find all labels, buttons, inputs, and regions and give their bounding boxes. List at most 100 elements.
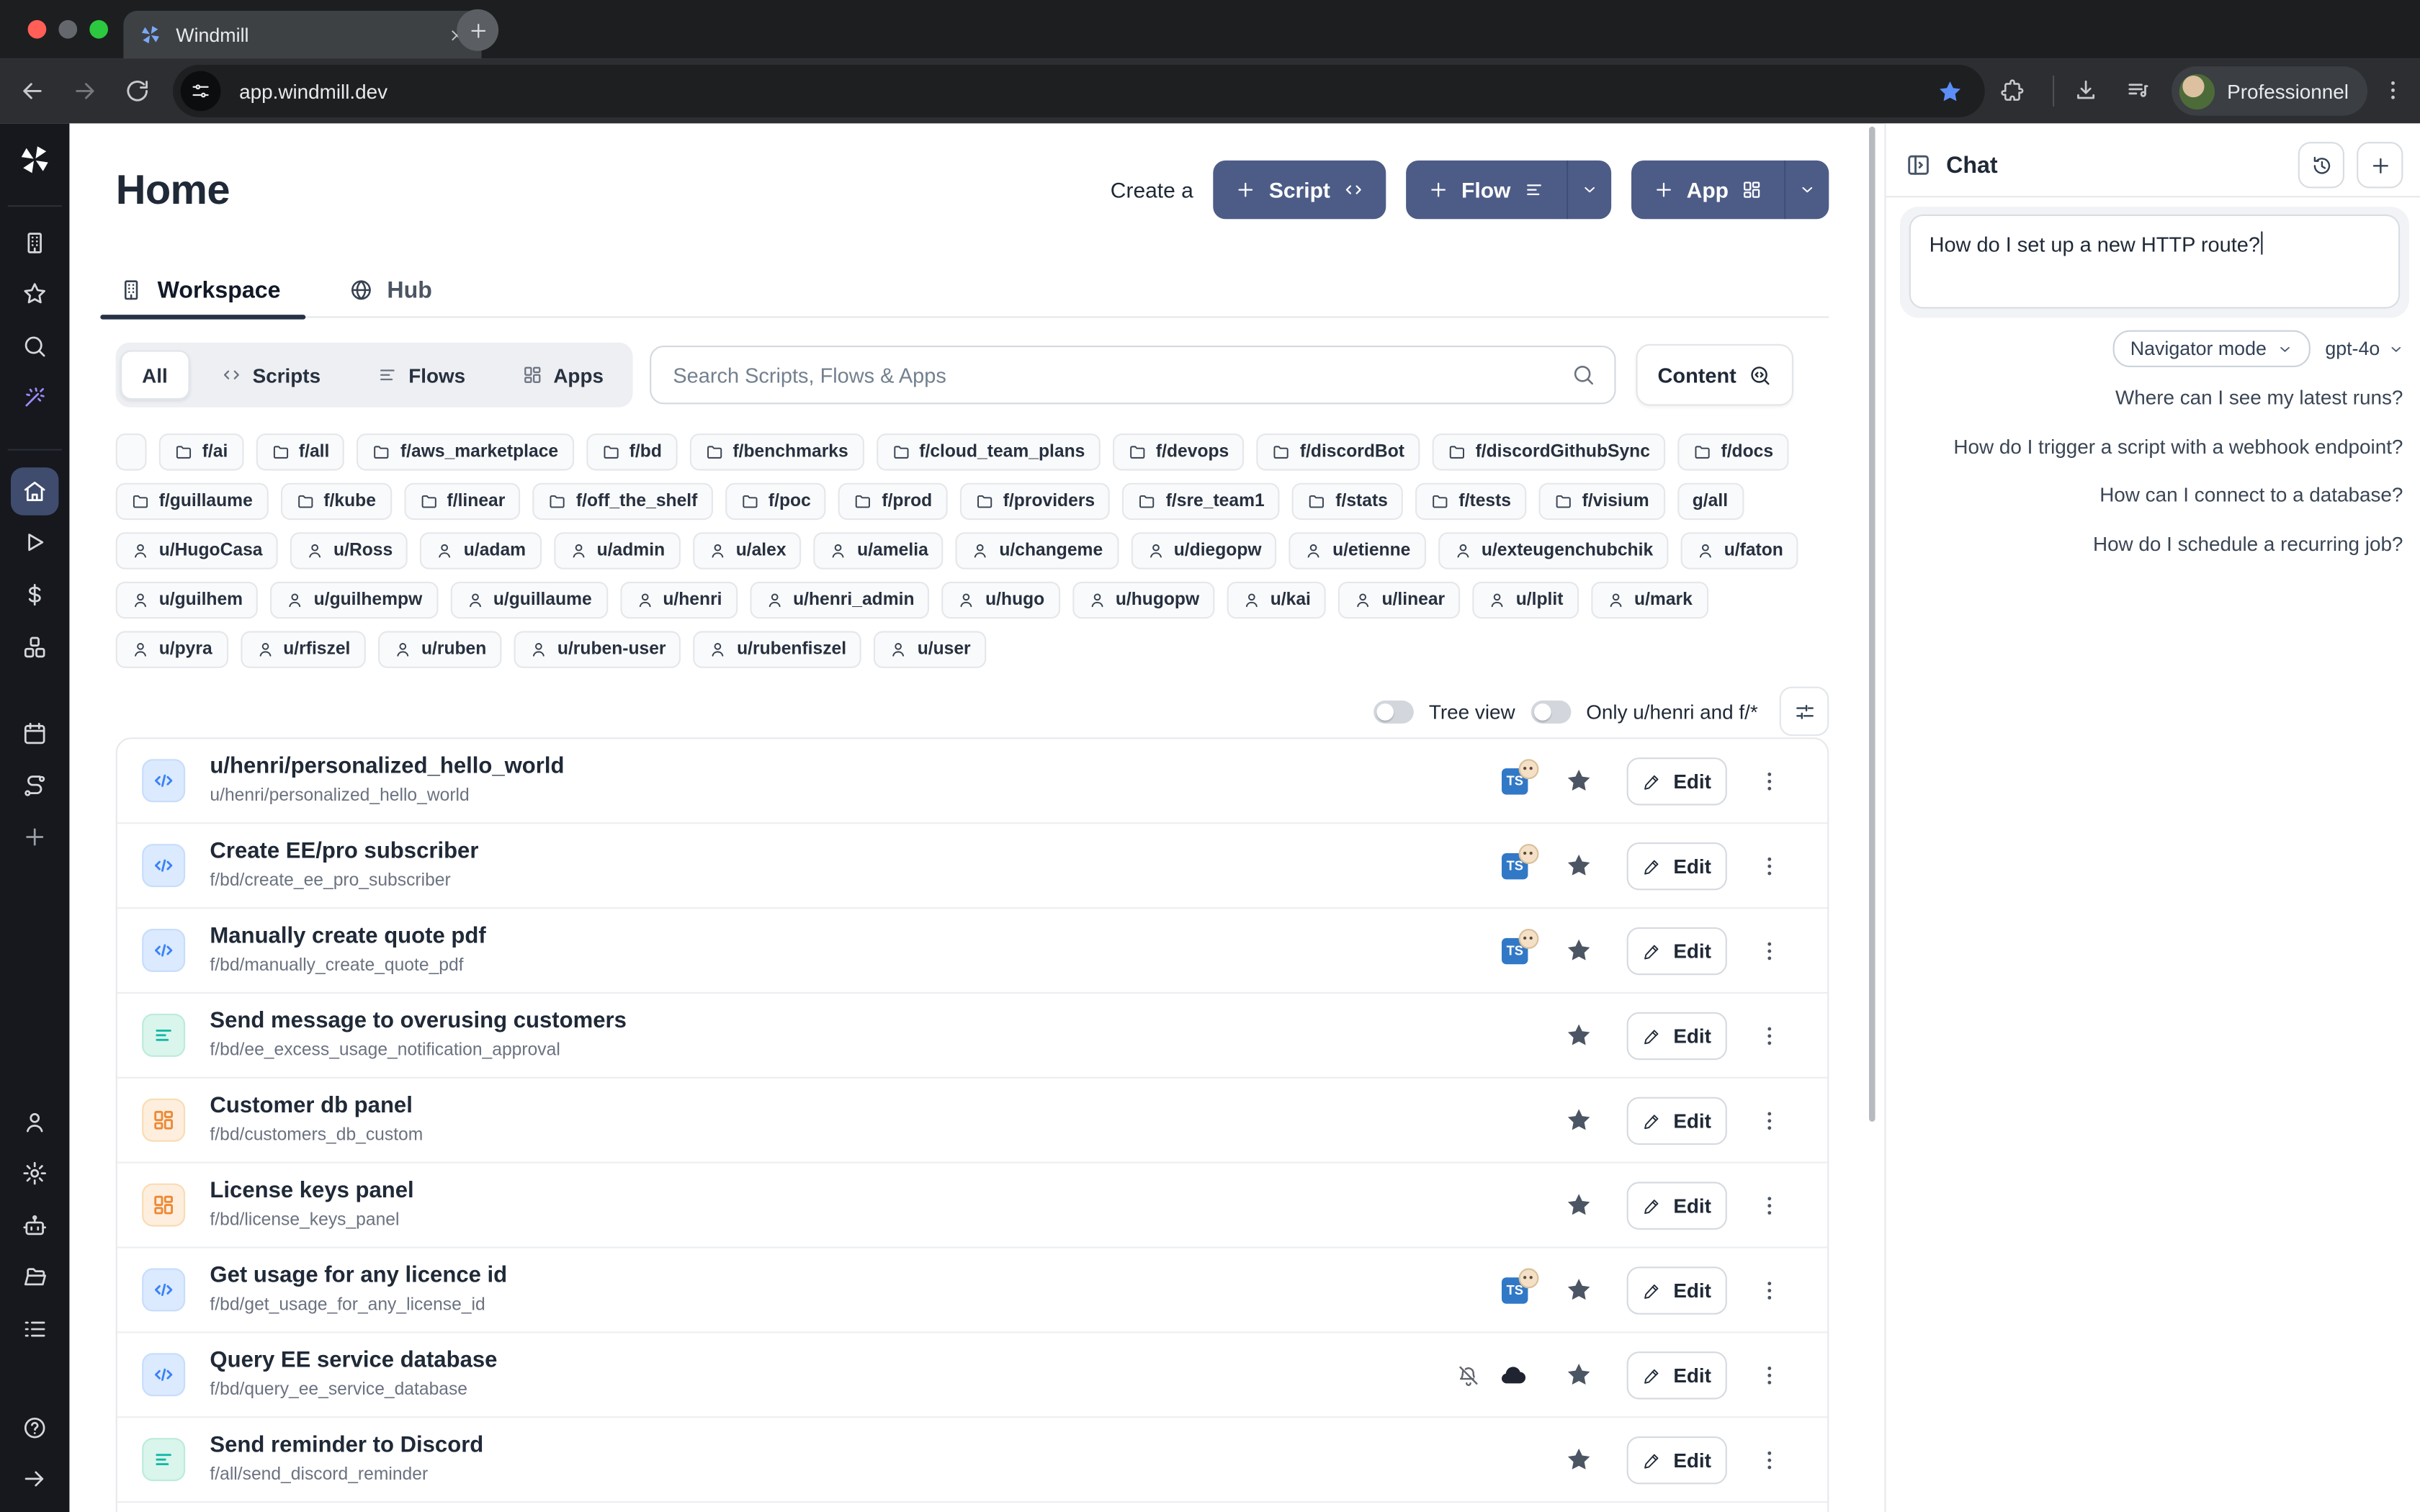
favorite-star-button[interactable]	[1565, 852, 1593, 880]
folder-chip[interactable]: f/linear	[404, 483, 521, 520]
user-chip[interactable]: u/rubenfiszel	[694, 631, 861, 667]
folder-chip[interactable]: f/benchmarks	[689, 433, 864, 470]
folder-chip[interactable]: f/off_the_shelf	[533, 483, 713, 520]
sidebar-item-help[interactable]	[0, 1415, 69, 1441]
sidebar-item-home[interactable]	[11, 467, 58, 515]
favorite-star-button[interactable]	[1565, 767, 1593, 795]
only-filter-toggle[interactable]	[1531, 700, 1571, 723]
browser-tab[interactable]: Windmill	[123, 11, 481, 58]
create-app-button[interactable]: App	[1631, 161, 1829, 219]
chat-suggestion[interactable]: How do I schedule a recurring job?	[1894, 531, 2403, 554]
filter-scripts[interactable]: Scripts	[195, 352, 345, 398]
chat-suggestion[interactable]: How can I connect to a database?	[1894, 483, 2403, 506]
user-chip[interactable]: u/admin	[554, 532, 681, 569]
create-app-dropdown[interactable]	[1784, 161, 1829, 219]
sidebar-item-search[interactable]	[0, 333, 69, 359]
sidebar-item-create[interactable]	[0, 824, 69, 850]
filter-all[interactable]: All	[120, 350, 189, 400]
sidebar-item-routes[interactable]	[0, 773, 69, 799]
sidebar-item-schedules[interactable]	[0, 721, 69, 747]
sidebar-item-settings[interactable]	[0, 1160, 69, 1186]
favorite-star-button[interactable]	[1565, 1446, 1593, 1474]
reload-button[interactable]	[123, 77, 151, 105]
folder-chip[interactable]: f/guillaume	[116, 483, 269, 520]
sidebar-item-ai[interactable]	[0, 384, 69, 410]
folder-chip[interactable]: f/visium	[1539, 483, 1665, 520]
item-menu-button[interactable]	[1757, 852, 1783, 878]
create-flow-button[interactable]: Flow	[1406, 161, 1611, 219]
sidebar-item-expand[interactable]	[0, 1466, 69, 1492]
list-item[interactable]: License keys panelf/bd/license_keys_pane…	[117, 1162, 1827, 1247]
extensions-icon[interactable]	[2000, 78, 2025, 103]
user-chip[interactable]: u/user	[874, 631, 986, 667]
folder-chip[interactable]: f/poc	[725, 483, 826, 520]
user-chip[interactable]: u/ruben	[378, 631, 502, 667]
folder-chip[interactable]: f/stats	[1292, 483, 1403, 520]
create-flow-dropdown[interactable]	[1567, 161, 1611, 219]
favorite-star-button[interactable]	[1565, 1022, 1593, 1050]
collapse-panel-icon[interactable]	[1904, 151, 1932, 179]
item-menu-button[interactable]	[1757, 1192, 1783, 1218]
list-item[interactable]: Update customer contact channelf/bd/upda…	[117, 1501, 1827, 1512]
folder-chip[interactable]: f/discordBot	[1257, 433, 1420, 470]
user-chip[interactable]: u/guilhem	[116, 582, 259, 618]
folder-chip[interactable]: f/providers	[960, 483, 1111, 520]
folder-chip[interactable]: f/prod	[838, 483, 947, 520]
edit-button[interactable]: Edit	[1627, 757, 1727, 804]
back-button[interactable]	[19, 77, 47, 105]
chat-suggestion[interactable]: Where can I see my latest runs?	[1894, 386, 2403, 409]
folder-chip[interactable]: f/docs	[1677, 433, 1788, 470]
user-chip[interactable]: u/faton	[1681, 532, 1799, 569]
chat-new-button[interactable]	[2357, 142, 2403, 188]
item-menu-button[interactable]	[1757, 1277, 1783, 1302]
folder-chip[interactable]: f/all	[256, 433, 345, 470]
folder-chip[interactable]: f/ai	[159, 433, 243, 470]
sidebar-item-runs[interactable]	[0, 529, 69, 555]
edit-button[interactable]: Edit	[1627, 842, 1727, 889]
chat-suggestion[interactable]: How do I trigger a script with a webhook…	[1894, 434, 2403, 457]
user-chip[interactable]: u/henri	[619, 582, 738, 618]
sidebar-item-usage[interactable]	[0, 582, 69, 608]
user-chip[interactable]: u/adam	[421, 532, 542, 569]
content-search-button[interactable]: Content	[1636, 344, 1794, 406]
address-bar[interactable]: app.windmill.dev	[173, 65, 1985, 117]
list-item[interactable]: Get usage for any licence idf/bd/get_usa…	[117, 1246, 1827, 1331]
user-chip[interactable]: u/guillaume	[450, 582, 607, 618]
item-menu-button[interactable]	[1757, 768, 1783, 793]
sidebar-item-workers[interactable]	[0, 1212, 69, 1238]
user-chip[interactable]: u/pyra	[116, 631, 228, 667]
media-controls-icon[interactable]	[2125, 77, 2151, 103]
favorite-star-button[interactable]	[1565, 1361, 1593, 1389]
window-close-button[interactable]	[28, 20, 47, 39]
folder-chip[interactable]: f/devops	[1113, 433, 1245, 470]
user-chip[interactable]: u/exteugenchubchik	[1438, 532, 1669, 569]
favorite-star-button[interactable]	[1565, 1276, 1593, 1304]
folder-chip[interactable]: f/bd	[586, 433, 678, 470]
new-tab-button[interactable]	[457, 9, 498, 51]
item-menu-button[interactable]	[1757, 1107, 1783, 1133]
filter-flows[interactable]: Flows	[351, 352, 490, 398]
item-menu-button[interactable]	[1757, 1022, 1783, 1048]
list-item[interactable]: u/henri/personalized_hello_worldu/henri/…	[117, 739, 1827, 822]
folder-chip[interactable]: f/aws_marketplace	[357, 433, 574, 470]
user-chip[interactable]: u/ruben-user	[514, 631, 681, 667]
create-script-button[interactable]: Script	[1214, 161, 1386, 219]
sidebar-item-assets[interactable]	[0, 634, 69, 660]
favorite-star-button[interactable]	[1565, 937, 1593, 965]
folder-chip[interactable]: f/kube	[280, 483, 391, 520]
chat-mode-select[interactable]: Navigator mode	[2113, 330, 2310, 367]
display-settings-button[interactable]	[1780, 687, 1829, 737]
list-item[interactable]: Create EE/pro subscriberf/bd/create_ee_p…	[117, 822, 1827, 907]
edit-button[interactable]: Edit	[1627, 1351, 1727, 1398]
browser-profile-button[interactable]: Professionnel	[2172, 66, 2367, 116]
folder-chip[interactable]: f/sre_team1	[1123, 483, 1280, 520]
list-item[interactable]: Manually create quote pdff/bd/manually_c…	[117, 907, 1827, 992]
user-chip[interactable]: u/linear	[1338, 582, 1460, 618]
chat-history-button[interactable]	[2298, 142, 2344, 188]
favorite-star-button[interactable]	[1565, 1106, 1593, 1134]
user-chip[interactable]: u/henri_admin	[750, 582, 930, 618]
sidebar-item-favorites[interactable]	[0, 281, 69, 307]
user-chip[interactable]: u/kai	[1227, 582, 1327, 618]
user-chip[interactable]: u/changeme	[956, 532, 1118, 569]
folder-chip[interactable]: f/cloud_team_plans	[876, 433, 1101, 470]
